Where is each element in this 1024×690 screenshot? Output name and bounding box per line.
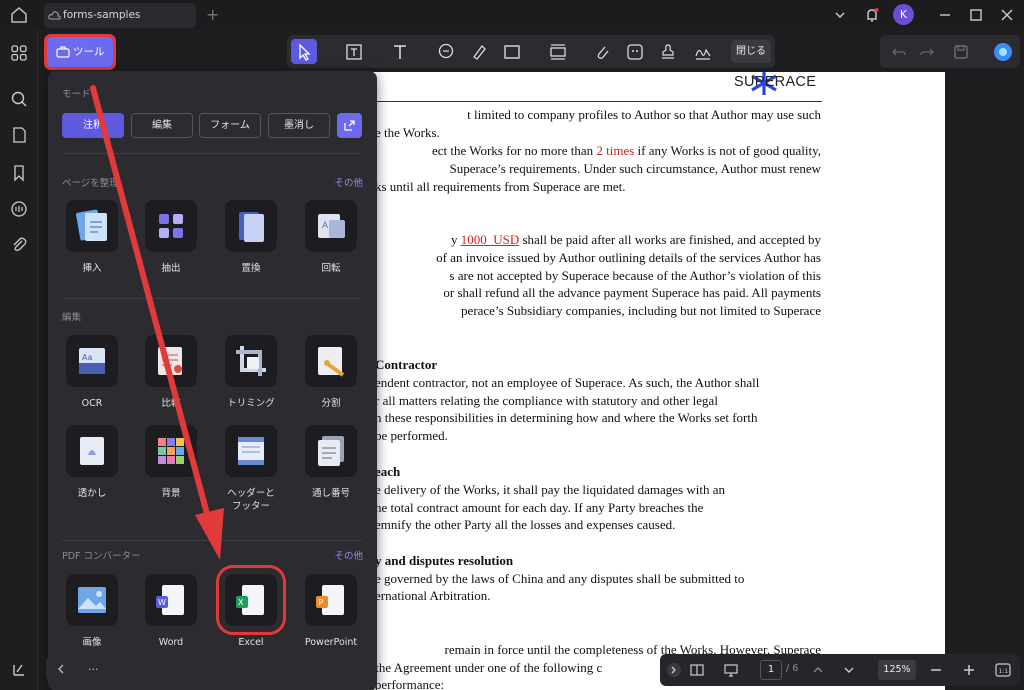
undo-icon[interactable] bbox=[890, 43, 908, 61]
split-icon bbox=[318, 347, 345, 377]
text-box-icon[interactable] bbox=[344, 42, 364, 62]
presentation-icon[interactable] bbox=[723, 662, 739, 678]
bates-number-icon bbox=[318, 436, 344, 466]
thumbnail-nav-bar: ... bbox=[46, 656, 141, 682]
save-icon[interactable] bbox=[952, 43, 970, 61]
sticker-icon[interactable] bbox=[625, 42, 645, 62]
signature-icon[interactable] bbox=[693, 42, 713, 62]
tools-popup-panel: モード 注釈 編集 フォーム 墨消し ページを整理 その他 挿入 抽出 置換 A… bbox=[48, 71, 377, 690]
tab-title: forms-samples bbox=[63, 9, 141, 21]
close-window-icon[interactable] bbox=[998, 6, 1016, 24]
svg-text:Aa: Aa bbox=[82, 353, 92, 362]
cloud-icon bbox=[48, 11, 61, 20]
edit-section-title: 編集 bbox=[62, 312, 82, 323]
svg-text:P: P bbox=[319, 598, 324, 607]
extract-pages-icon bbox=[159, 214, 183, 238]
ai-assistant-icon[interactable] bbox=[992, 41, 1014, 63]
text-icon[interactable] bbox=[390, 42, 410, 62]
page-navigation-bar: 1 / 6 125% 1:1 bbox=[660, 654, 1020, 686]
page-more-link[interactable]: その他 bbox=[334, 175, 363, 189]
ocr-icon: Aa bbox=[79, 348, 105, 374]
mode-section-title: モード bbox=[62, 89, 91, 100]
mode-annotate-button[interactable]: 注釈 bbox=[62, 113, 124, 138]
divider bbox=[62, 153, 362, 154]
annotation-toolbar: 閉じる bbox=[287, 35, 775, 68]
redo-icon[interactable] bbox=[918, 43, 936, 61]
excel-icon: X bbox=[236, 585, 264, 615]
actual-size-icon[interactable]: 1:1 bbox=[995, 662, 1011, 678]
powerpoint-icon: P bbox=[316, 585, 344, 615]
chevron-left-icon[interactable] bbox=[54, 662, 68, 676]
pages-icon[interactable] bbox=[9, 125, 29, 145]
compare-icon bbox=[158, 347, 182, 375]
zoom-in-icon[interactable] bbox=[961, 662, 977, 678]
svg-text:X: X bbox=[238, 598, 244, 607]
image-convert-icon bbox=[78, 587, 106, 613]
crop-icon bbox=[236, 346, 266, 376]
next-page-icon[interactable] bbox=[841, 662, 857, 678]
word-icon: W bbox=[156, 585, 184, 615]
page-section-title: ページを整理 bbox=[62, 178, 119, 189]
notification-bell-icon[interactable] bbox=[863, 6, 881, 24]
divider bbox=[62, 540, 362, 541]
grid-apps-icon[interactable] bbox=[9, 43, 29, 63]
select-cursor-button[interactable] bbox=[291, 39, 317, 64]
header-divider bbox=[367, 101, 822, 102]
zoom-out-icon[interactable] bbox=[928, 662, 944, 678]
minimize-icon[interactable] bbox=[936, 6, 954, 24]
svg-text:1:1: 1:1 bbox=[999, 668, 1009, 675]
insert-pages-icon bbox=[76, 209, 107, 241]
attachment-icon[interactable] bbox=[9, 235, 29, 255]
svg-text:A: A bbox=[322, 221, 329, 231]
comment-bubble-icon[interactable] bbox=[436, 42, 456, 62]
mode-edit-button[interactable]: 編集 bbox=[131, 113, 193, 138]
cursor-icon bbox=[299, 43, 311, 61]
document-tab[interactable]: forms-samples bbox=[44, 3, 196, 28]
left-sidebar bbox=[0, 30, 38, 690]
converter-section-title: PDF コンバーター bbox=[62, 551, 141, 562]
collapse-arrow-icon[interactable] bbox=[666, 662, 682, 678]
maximize-icon[interactable] bbox=[967, 6, 985, 24]
toolbox-icon bbox=[56, 46, 70, 58]
measure-icon[interactable] bbox=[548, 42, 568, 62]
watermark-icon bbox=[80, 437, 104, 465]
previous-page-icon[interactable] bbox=[810, 662, 826, 678]
tools-label: ツール bbox=[73, 46, 105, 58]
title-bar: forms-samples + K bbox=[0, 0, 1024, 30]
rotate-pages-icon: A bbox=[318, 214, 345, 238]
logo-text: SUPERACE bbox=[734, 74, 817, 90]
comment-icon[interactable] bbox=[9, 199, 29, 219]
divider bbox=[62, 298, 362, 299]
reading-mode-icon[interactable] bbox=[689, 662, 705, 678]
converter-more-link[interactable]: その他 bbox=[334, 548, 363, 562]
replace-pages-icon bbox=[239, 212, 264, 242]
search-icon[interactable] bbox=[9, 89, 29, 109]
brand-logo-icon[interactable] bbox=[9, 660, 29, 680]
page-total: / 6 bbox=[786, 663, 799, 674]
page-number-input[interactable]: 1 bbox=[760, 660, 782, 680]
tools-button[interactable]: ツール bbox=[44, 34, 116, 70]
new-tab-plus-icon[interactable]: + bbox=[206, 5, 220, 25]
home-icon[interactable] bbox=[8, 5, 30, 25]
open-external-button[interactable] bbox=[337, 113, 362, 138]
app-window: forms-samples + K ツール 閉じる SUPERACE t lim… bbox=[0, 0, 1024, 690]
close-annotation-button[interactable]: 閉じる bbox=[731, 40, 771, 63]
bookmark-icon[interactable] bbox=[9, 163, 29, 183]
stamp-icon[interactable] bbox=[658, 42, 678, 62]
user-avatar[interactable]: K bbox=[893, 4, 914, 25]
mode-redact-button[interactable]: 墨消し bbox=[268, 113, 330, 138]
mode-form-button[interactable]: フォーム bbox=[199, 113, 261, 138]
external-link-icon bbox=[344, 120, 355, 131]
more-dots[interactable]: ... bbox=[88, 660, 99, 673]
header-footer-icon bbox=[238, 437, 264, 465]
chevron-down-icon[interactable] bbox=[831, 6, 849, 24]
zoom-level[interactable]: 125% bbox=[878, 660, 916, 680]
shape-rectangle-icon[interactable] bbox=[502, 42, 522, 62]
highlighter-icon[interactable] bbox=[469, 42, 489, 62]
background-icon bbox=[158, 438, 184, 464]
history-toolbar bbox=[880, 35, 1020, 68]
svg-text:W: W bbox=[158, 598, 166, 607]
paperclip-icon[interactable] bbox=[592, 42, 612, 62]
